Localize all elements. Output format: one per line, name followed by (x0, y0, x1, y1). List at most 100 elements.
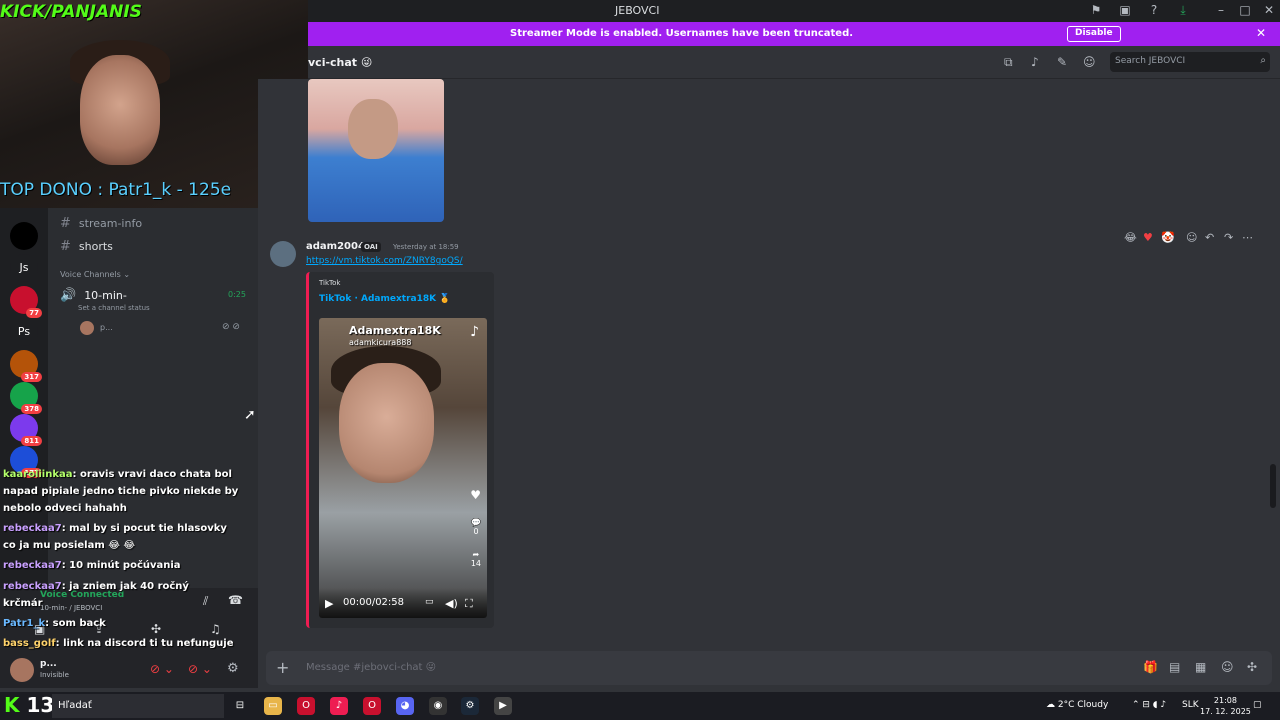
emoji-reaction-icon[interactable]: 😂 (1124, 231, 1137, 244)
mention-badge: 77 (26, 308, 42, 318)
avatar[interactable] (10, 658, 34, 682)
server-icon[interactable]: Js (10, 254, 38, 282)
voice-user[interactable]: p... (100, 323, 113, 332)
video-player[interactable]: Adamextra18K adamkicura888 ♪ ♥ 💬 0 ➦ 14 ▶ … (319, 318, 487, 618)
avatar[interactable] (270, 241, 296, 267)
heart-reaction-icon[interactable]: ♥ (1143, 231, 1153, 244)
comment-icon[interactable]: 💬 0 (471, 518, 481, 536)
help-icon[interactable]: ? (1146, 3, 1162, 19)
inbox-icon[interactable]: ⚑ (1088, 3, 1104, 19)
tray-icons[interactable]: ⌃ ⊟ ◖ ♪ (1132, 700, 1166, 710)
kick-counter: K 13 (4, 693, 55, 717)
reply-icon[interactable]: ↶ (1205, 231, 1214, 244)
voice-timer: 0:25 (228, 290, 246, 299)
hash-icon: # (60, 239, 71, 254)
tiktok-link[interactable]: https://vm.tiktok.com/ZNRY8goQS/ (306, 256, 463, 266)
voice-channel-10-min[interactable]: 🔊 10-min- (60, 288, 127, 303)
language-indicator[interactable]: SLK (1182, 700, 1199, 710)
clown-reaction-icon[interactable]: 🤡 (1161, 231, 1175, 244)
close-icon[interactable]: ✕ (1256, 26, 1266, 40)
file-explorer-icon[interactable]: ▭ (264, 697, 282, 715)
members-icon[interactable]: ☺ (1083, 55, 1096, 69)
chat-line: napad pipiale jedno tiche pivko niekde b… (3, 486, 239, 497)
muted-icon: ⊘ ⊘ (222, 322, 240, 332)
media-player-icon[interactable]: ▶ (494, 697, 512, 715)
mic-muted-icon[interactable]: ⊘ ⌄ (150, 662, 174, 676)
steam-icon[interactable]: ⚙ (461, 697, 479, 715)
chat-line: kaaroliinkaa: oravis vravi daco chata bo… (3, 469, 232, 480)
gif-icon[interactable]: ▤ (1169, 660, 1180, 674)
server-icon[interactable]: Ps (10, 318, 38, 346)
server-icon[interactable]: 378 (10, 382, 42, 414)
chat-line: krčmár (3, 598, 43, 609)
image-attachment[interactable] (308, 79, 444, 222)
maximize-icon[interactable]: □ (1237, 3, 1253, 19)
pin-icon[interactable]: ✎ (1057, 55, 1067, 69)
voice-channels-header[interactable]: Voice Channels ⌄ (60, 270, 130, 279)
embed-title[interactable]: TikTok · Adamextra18K 🏅 (319, 294, 450, 304)
chat-line: co ja mu posielam 😂 😂 (3, 540, 136, 551)
server-icon[interactable]: 77 (10, 286, 42, 318)
user-name[interactable]: p... (40, 659, 57, 669)
search-input[interactable]: Search JEBOVCI ⌕ (1110, 52, 1270, 72)
user-status: Invisible (40, 671, 69, 679)
channel-shorts[interactable]: # shorts (60, 239, 113, 254)
mention-badge: 317 (21, 372, 42, 382)
chat-line: rebeckaa7: ja zniem jak 40 ročný (3, 581, 189, 592)
minimize-icon[interactable]: – (1213, 3, 1229, 19)
forward-icon[interactable]: ↷ (1224, 231, 1233, 244)
scrollbar[interactable] (1270, 464, 1276, 508)
emoji-icon[interactable]: ☺ (1221, 660, 1234, 674)
channel-header: vci-chat 😜 ⧉ ♪ ✎ ☺ Search JEBOVCI ⌕ (308, 46, 1280, 79)
tiktok-icon: ♪ (470, 324, 479, 340)
screen-icon[interactable]: ▣ (1117, 3, 1133, 19)
kick-tag: KICK/PANJANIS (0, 2, 142, 22)
apps-icon[interactable]: ✣ (1247, 660, 1257, 674)
captions-icon[interactable]: ▭ (425, 597, 434, 607)
channel-stream-info[interactable]: # stream-info (60, 216, 142, 231)
server-icon[interactable]: 317 (10, 350, 42, 382)
attach-plus-icon[interactable]: + (276, 658, 289, 677)
notification-icon[interactable]: ▢ (1253, 700, 1262, 710)
add-reaction-icon[interactable]: ☺ (1186, 231, 1197, 244)
windows-taskbar: K 13 Hľadať ⊟ ▭ O ♪ O ◕ ◉ ⚙ ▶ ☁ 2°C Clou… (0, 692, 1280, 720)
taskbar-search[interactable]: Hľadať (52, 694, 224, 718)
server-tag: OAI (361, 242, 381, 252)
hash-icon: # (60, 216, 71, 231)
opera-icon[interactable]: O (363, 697, 381, 715)
task-view-icon[interactable]: ⊟ (231, 697, 249, 715)
settings-gear-icon[interactable]: ⚙ (227, 661, 239, 676)
more-icon[interactable]: ⋯ (1242, 231, 1253, 244)
window-title: JEBOVCI (615, 4, 660, 17)
fullscreen-icon[interactable]: ⛶ (465, 597, 473, 611)
tiktok-app-icon[interactable]: ♪ (330, 697, 348, 715)
message-input[interactable]: Message #jebovci-chat 😜 (306, 662, 436, 673)
channel-status[interactable]: Set a channel status (78, 304, 150, 312)
download-icon[interactable]: ⤓ (1175, 3, 1191, 19)
share-icon[interactable]: ➦ 14 (471, 550, 481, 568)
bell-icon[interactable]: ♪ (1031, 55, 1039, 69)
weather-widget[interactable]: ☁ 2°C Cloudy (1046, 700, 1108, 710)
play-icon[interactable]: ▶ (325, 597, 333, 610)
disable-button[interactable]: Disable (1067, 26, 1121, 42)
server-icon[interactable] (10, 222, 38, 250)
taskbar-clock[interactable]: 21:08 17. 12. 2025 (1200, 695, 1251, 717)
close-window-icon[interactable]: ✕ (1261, 3, 1277, 19)
gift-icon[interactable]: 🎁 (1143, 660, 1158, 674)
obs-icon[interactable]: ◉ (429, 697, 447, 715)
deafen-icon[interactable]: ⊘ ⌄ (188, 662, 212, 676)
message-timestamp: Yesterday at 18:59 (393, 243, 459, 251)
embed-provider: TikTok (319, 279, 341, 287)
volume-icon[interactable]: ◀) (445, 597, 458, 610)
message-composer: + Message #jebovci-chat 😜 🎁 ▤ ▦ ☺ ✣ (266, 651, 1272, 685)
chat-line: rebeckaa7: mal by si pocut tie hlasovky (3, 523, 227, 534)
like-icon[interactable]: ♥ (470, 488, 481, 502)
opera-icon[interactable]: O (297, 697, 315, 715)
message-author[interactable]: adam2004 (306, 241, 365, 252)
sticker-icon[interactable]: ▦ (1195, 660, 1206, 674)
video-username: Adamextra18K (349, 324, 441, 337)
server-icon[interactable]: 811 (10, 414, 42, 446)
threads-icon[interactable]: ⧉ (1004, 55, 1013, 70)
stream-chat-overlay: kaaroliinkaa: oravis vravi daco chata bo… (0, 466, 258, 656)
discord-icon[interactable]: ◕ (396, 697, 414, 715)
